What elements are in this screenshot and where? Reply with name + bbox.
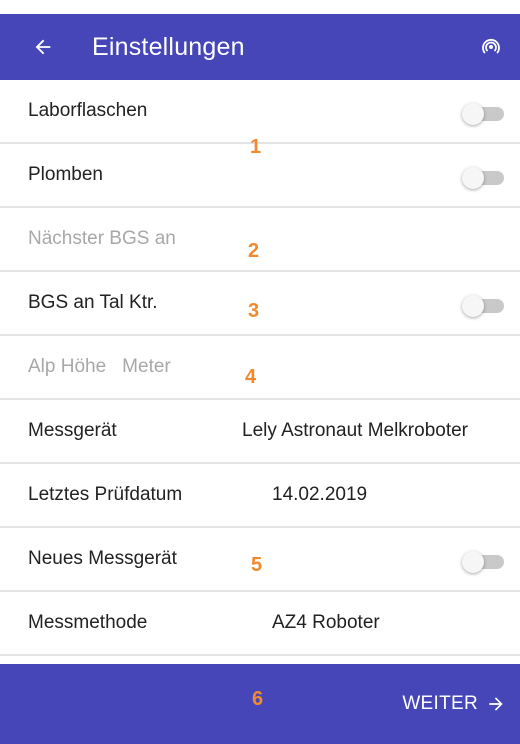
setting-label: Plomben: [28, 164, 103, 185]
naechster-bgs-placeholder: Nächster BGS an: [28, 228, 176, 249]
back-button[interactable]: [8, 14, 78, 80]
arrow-left-icon: [35, 39, 51, 55]
alp-hoehe-placeholder: Alp Höhe: [28, 356, 107, 377]
messgeraet-value: Lely Astronaut Melkroboter: [242, 420, 469, 441]
setting-label: Neues Messgerät: [28, 548, 177, 569]
nfc-button[interactable]: [478, 34, 504, 60]
setting-label: Laborflaschen: [28, 100, 148, 121]
annotation-marker-6: 6: [252, 688, 264, 710]
naechster-bgs-field[interactable]: Nächster BGS an: [0, 208, 520, 272]
weiter-label: WEITER: [402, 693, 478, 714]
setting-messmethode[interactable]: Messmethode AZ4 Roboter: [0, 592, 520, 656]
annotation-marker-2: 2: [248, 240, 260, 262]
bgs-tal-toggle[interactable]: [462, 295, 506, 317]
neues-messgeraet-toggle[interactable]: [462, 551, 506, 573]
alp-hoehe-field[interactable]: Alp Höhe Meter: [0, 336, 520, 400]
annotation-marker-1: 1: [250, 136, 262, 158]
annotation-marker-3: 3: [248, 300, 260, 322]
messmethode-value: AZ4 Roboter: [272, 612, 380, 633]
annotation-marker-5: 5: [251, 554, 263, 576]
setting-bgs-tal: BGS an Tal Ktr.: [0, 272, 520, 336]
pruefdatum-value: 14.02.2019: [272, 484, 368, 505]
arrow-right-icon: [489, 697, 503, 711]
setting-messgeraet[interactable]: Messgerät Lely Astronaut Melkroboter: [0, 400, 520, 464]
status-strip: [0, 0, 520, 14]
setting-label: Letztes Prüfdatum: [28, 484, 183, 505]
setting-letztes-pruefdatum[interactable]: Letztes Prüfdatum 14.02.2019: [0, 464, 520, 528]
setting-label: BGS an Tal Ktr.: [28, 292, 158, 313]
setting-label: Messmethode: [28, 612, 148, 633]
app-bar: Einstellungen: [0, 14, 520, 80]
plomben-toggle[interactable]: [462, 167, 506, 189]
bottom-bar: 6 WEITER: [0, 664, 520, 744]
setting-laborflaschen: Laborflaschen: [0, 80, 520, 144]
page-title: Einstellungen: [92, 32, 245, 61]
nfc-icon: [482, 39, 500, 54]
setting-label: Messgerät: [28, 420, 117, 441]
alp-hoehe-unit: Meter: [122, 356, 171, 377]
laborflaschen-toggle[interactable]: [462, 103, 506, 125]
weiter-button[interactable]: WEITER: [402, 688, 506, 720]
annotation-marker-4: 4: [245, 366, 257, 388]
